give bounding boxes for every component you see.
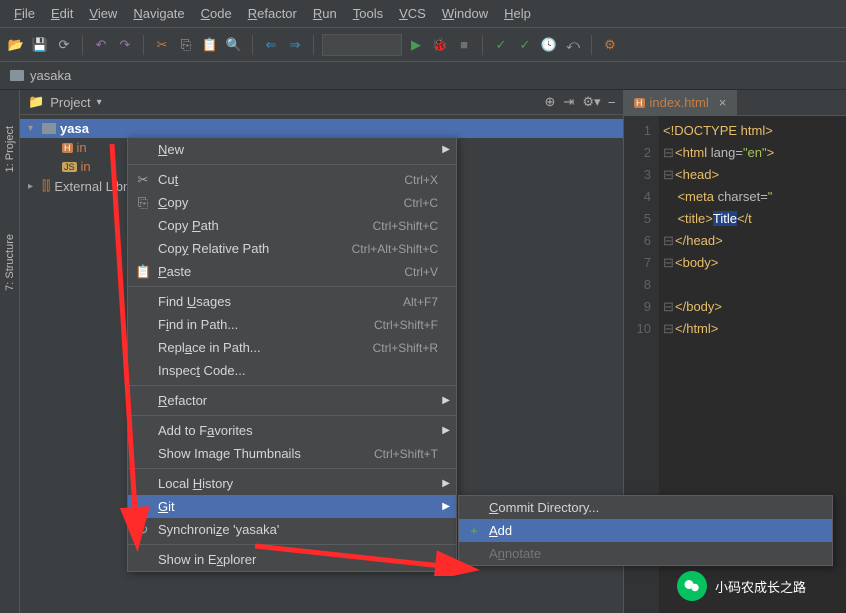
- ctx-add-to-favorites[interactable]: Add to Favorites▶: [128, 419, 456, 442]
- menu-run[interactable]: Run: [307, 4, 343, 23]
- chevron-right-icon: ▶: [442, 478, 450, 489]
- folder-icon: [10, 70, 24, 81]
- tree-root[interactable]: ▾ yasa: [20, 119, 623, 138]
- html-file-icon: H: [62, 143, 73, 153]
- forward-icon[interactable]: ⇒: [285, 35, 305, 55]
- js-file-icon: JS: [62, 162, 77, 172]
- ctx-paste[interactable]: 📋PasteCtrl+V: [128, 260, 456, 283]
- paste-icon[interactable]: 📋: [200, 35, 220, 55]
- gear-icon[interactable]: ⚙▾: [582, 94, 600, 110]
- menu-refactor[interactable]: Refactor: [242, 4, 303, 23]
- chevron-right-icon: ▶: [442, 425, 450, 436]
- ctx-new[interactable]: New▶: [128, 138, 456, 161]
- ctx-refactor[interactable]: Refactor▶: [128, 389, 456, 412]
- editor-tab-index[interactable]: H index.html ×: [624, 90, 737, 115]
- paste-icon: 📋: [135, 264, 151, 280]
- run-icon[interactable]: ▶: [406, 35, 426, 55]
- sub-commit-directory-[interactable]: Commit Directory...: [459, 496, 832, 519]
- watermark-text: 小码农成长之路: [715, 577, 806, 596]
- chevron-right-icon: ▶: [442, 144, 450, 155]
- ctx-copy-relative-path[interactable]: Copy Relative PathCtrl+Alt+Shift+C: [128, 237, 456, 260]
- tree-item-label: in: [77, 140, 87, 155]
- cut-icon[interactable]: ✂: [152, 35, 172, 55]
- menu-edit[interactable]: Edit: [45, 4, 79, 23]
- sidebar-tab-project[interactable]: 1: Project: [2, 120, 18, 178]
- ctx-cut[interactable]: ✂CutCtrl+X: [128, 168, 456, 191]
- ctx-synchronize-yasaka-[interactable]: ↻Synchronize 'yasaka': [128, 518, 456, 541]
- tree-root-label: yasa: [60, 121, 89, 136]
- copy-icon[interactable]: ⎘: [176, 35, 196, 55]
- ctx-show-image-thumbnails[interactable]: Show Image ThumbnailsCtrl+Shift+T: [128, 442, 456, 465]
- library-icon: ⫿⫿: [42, 178, 50, 194]
- toolbar: 📂 💾 ⟳ ↶ ↷ ✂ ⎘ 📋 🔍 ⇐ ⇒ ▶ 🐞 ■ ✓ ✓ 🕓 ⤺ ⚙: [0, 28, 846, 62]
- project-view-label[interactable]: Project: [50, 95, 90, 110]
- vcs-revert-icon[interactable]: ⤺: [563, 35, 583, 55]
- tree-item-label: in: [81, 159, 91, 174]
- menu-view[interactable]: View: [83, 4, 123, 23]
- ctx-inspect-code-[interactable]: Inspect Code...: [128, 359, 456, 382]
- redo-icon[interactable]: ↷: [115, 35, 135, 55]
- ctx-replace-in-path-[interactable]: Replace in Path...Ctrl+Shift+R: [128, 336, 456, 359]
- debug-icon[interactable]: 🐞: [430, 35, 450, 55]
- settings-icon[interactable]: ⚙: [600, 35, 620, 55]
- caret-down-icon: ▾: [28, 123, 38, 134]
- vcs-commit-icon[interactable]: ✓: [515, 35, 535, 55]
- dropdown-icon[interactable]: ▾: [97, 97, 102, 108]
- ctx-show-in-explorer[interactable]: Show in Explorer: [128, 548, 456, 571]
- synchronize 'yasaka'-icon: ↻: [135, 522, 151, 538]
- plus-icon: +: [466, 523, 482, 538]
- menu-help[interactable]: Help: [498, 4, 537, 23]
- chevron-right-icon: ▶: [442, 501, 450, 512]
- menu-tools[interactable]: Tools: [347, 4, 389, 23]
- sub-annotate: Annotate: [459, 542, 832, 565]
- html-file-icon: H: [634, 98, 645, 108]
- vcs-update-icon[interactable]: ✓: [491, 35, 511, 55]
- collapse-all-icon[interactable]: ⇥: [563, 94, 574, 110]
- menu-file[interactable]: File: [8, 4, 41, 23]
- folder-icon: [42, 123, 56, 134]
- open-folder-icon[interactable]: 📂: [6, 35, 26, 55]
- ctx-copy[interactable]: ⎘CopyCtrl+C: [128, 191, 456, 214]
- menubar: FileEditViewNavigate CodeRefactorRunTools…: [0, 0, 846, 28]
- close-icon[interactable]: ×: [719, 95, 727, 110]
- watermark: 小码农成长之路: [677, 571, 806, 601]
- search-icon[interactable]: 🔍: [224, 35, 244, 55]
- ctx-local-history[interactable]: Local History▶: [128, 472, 456, 495]
- hide-icon[interactable]: ⎯: [609, 94, 616, 110]
- undo-icon[interactable]: ↶: [91, 35, 111, 55]
- menu-code[interactable]: Code: [195, 4, 238, 23]
- ctx-find-in-path-[interactable]: Find in Path...Ctrl+Shift+F: [128, 313, 456, 336]
- tool-window-bar-left: 1: Project 7: Structure: [0, 90, 20, 613]
- menu-navigate[interactable]: Navigate: [127, 4, 190, 23]
- run-config-selector[interactable]: [322, 34, 402, 56]
- menu-window[interactable]: Window: [436, 4, 494, 23]
- menu-vcs[interactable]: VCS: [393, 4, 432, 23]
- sub-add[interactable]: +Add: [459, 519, 832, 542]
- project-view-icon: 📁: [28, 94, 44, 110]
- vcs-history-icon[interactable]: 🕓: [539, 35, 559, 55]
- git-submenu: Commit Directory...+AddAnnotate: [458, 495, 833, 566]
- context-menu: New▶ ✂CutCtrl+X⎘CopyCtrl+CCopy PathCtrl+S…: [127, 137, 457, 572]
- ctx-copy-path[interactable]: Copy PathCtrl+Shift+C: [128, 214, 456, 237]
- sync-icon[interactable]: ⟳: [54, 35, 74, 55]
- sidebar-tab-structure[interactable]: 7: Structure: [2, 228, 18, 297]
- editor-tab-label: index.html: [650, 95, 709, 110]
- stop-icon[interactable]: ■: [454, 35, 474, 55]
- caret-right-icon: ▸: [28, 181, 38, 192]
- copy-icon: ⎘: [135, 195, 151, 211]
- cut-icon: ✂: [135, 172, 151, 188]
- breadcrumb: yasaka: [0, 62, 846, 90]
- ctx-git[interactable]: Git▶Commit Directory...+AddAnnotate: [128, 495, 456, 518]
- back-icon[interactable]: ⇐: [261, 35, 281, 55]
- chevron-right-icon: ▶: [442, 395, 450, 406]
- scroll-from-source-icon[interactable]: ⊕: [545, 94, 556, 110]
- breadcrumb-project[interactable]: yasaka: [30, 68, 71, 83]
- wechat-icon: [677, 571, 707, 601]
- save-icon[interactable]: 💾: [30, 35, 50, 55]
- ctx-find-usages[interactable]: Find UsagesAlt+F7: [128, 290, 456, 313]
